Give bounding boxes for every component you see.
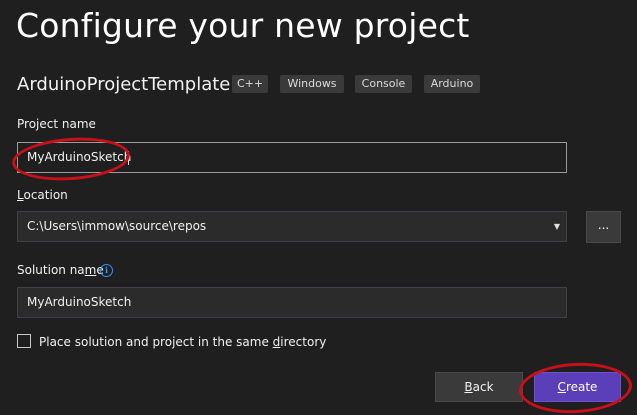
tag-cpp: C++ <box>232 75 268 93</box>
same-directory-label[interactable]: Place solution and project in the same d… <box>39 335 326 349</box>
browse-location-button[interactable]: ... <box>586 211 621 243</box>
tag-windows: Windows <box>280 75 344 93</box>
tag-console: Console <box>355 75 412 93</box>
location-value: C:\Users\immow\source\repos <box>27 219 207 233</box>
chevron-down-icon[interactable]: ▼ <box>554 212 560 241</box>
text-cursor-icon <box>128 150 130 165</box>
create-button[interactable]: Create <box>534 372 621 402</box>
back-button[interactable]: Back <box>435 372 523 402</box>
same-directory-checkbox[interactable] <box>17 334 31 348</box>
info-icon[interactable]: i <box>100 264 113 277</box>
location-label: Location <box>17 188 68 202</box>
template-name: ArduinoProjectTemplate <box>17 74 231 95</box>
solution-name-label: Solution name <box>17 263 104 277</box>
tag-arduino: Arduino <box>424 75 480 93</box>
project-name-value: MyArduinoSketch <box>27 150 132 164</box>
project-name-input[interactable]: MyArduinoSketch <box>17 142 567 173</box>
solution-name-input[interactable]: MyArduinoSketch <box>17 287 567 318</box>
project-name-label: Project name <box>17 117 96 131</box>
location-dropdown[interactable]: C:\Users\immow\source\repos ▼ <box>17 211 567 242</box>
solution-name-value: MyArduinoSketch <box>27 295 132 309</box>
page-title: Configure your new project <box>16 6 470 45</box>
